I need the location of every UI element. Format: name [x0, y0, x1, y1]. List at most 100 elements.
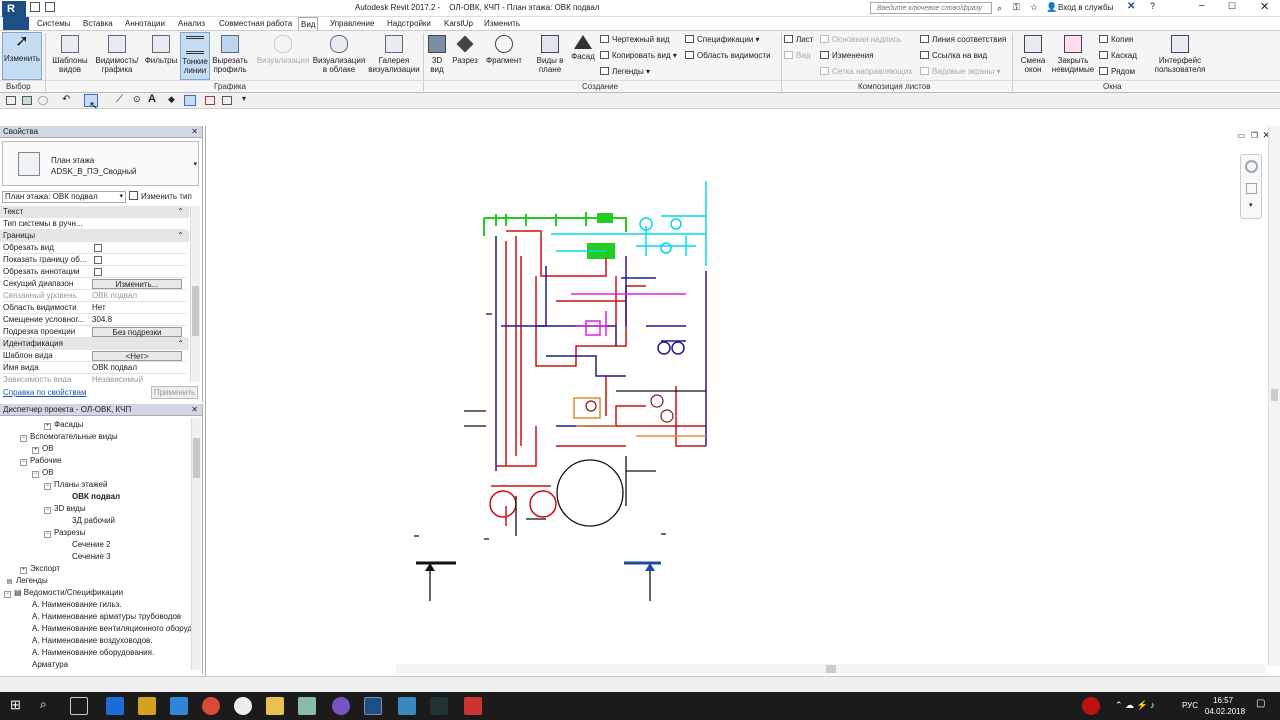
- tab-systems[interactable]: Системы: [35, 17, 73, 30]
- duplicate-view-button[interactable]: Копировать вид ▾: [600, 50, 677, 61]
- horizontal-scrollbar[interactable]: [396, 664, 1266, 674]
- browser-scrollbar[interactable]: [191, 418, 201, 670]
- visibility-graphics-button[interactable]: Видимость/ графика: [94, 35, 140, 74]
- edge-icon[interactable]: [106, 697, 124, 715]
- show-crop-checkbox[interactable]: [94, 256, 102, 264]
- cascade-button[interactable]: Каскад: [1099, 50, 1137, 61]
- app-logo[interactable]: R: [2, 1, 26, 17]
- replicate-button[interactable]: Копия: [1099, 34, 1133, 45]
- viewports-button[interactable]: Видовые экраны ▾: [920, 66, 1001, 77]
- close-hidden-button[interactable]: Закрыть невидимые: [1051, 35, 1095, 74]
- customize-icon[interactable]: ▾: [242, 94, 246, 103]
- tree-item-export[interactable]: + Экспорт: [20, 563, 60, 575]
- tree-item-schedule[interactable]: А. Наименование вентиляционного оборудов…: [32, 623, 191, 635]
- help-icon[interactable]: ?: [1150, 1, 1155, 11]
- record-icon[interactable]: [1082, 697, 1100, 715]
- sheet-button[interactable]: Лист: [784, 34, 813, 45]
- 3d-view-button[interactable]: 3D вид: [426, 35, 448, 74]
- tree-item-schedule[interactable]: Арматура: [32, 659, 68, 670]
- tree-item-facades[interactable]: + Фасады: [44, 419, 83, 431]
- open-icon[interactable]: [30, 2, 40, 12]
- viber-icon[interactable]: [332, 697, 350, 715]
- cut-profile-button[interactable]: Вырезать профиль: [212, 35, 248, 74]
- switch-windows-button[interactable]: Смена окон: [1016, 35, 1050, 74]
- collapse-icon[interactable]: ⌃: [177, 230, 184, 242]
- expand-icon[interactable]: +: [32, 447, 39, 454]
- group-text[interactable]: Текст ⌃: [0, 206, 189, 218]
- type-selector[interactable]: План этажа ADSK_В_ПЭ_Сводный ▾: [2, 141, 199, 186]
- star-icon[interactable]: ☆: [1030, 2, 1038, 13]
- apply-button[interactable]: Применить: [151, 386, 198, 399]
- tab-karstup[interactable]: KarstUp: [442, 17, 475, 30]
- binoculars-icon[interactable]: ⌕: [997, 3, 1002, 14]
- chrome-icon[interactable]: [202, 697, 220, 715]
- save-icon[interactable]: [22, 96, 32, 105]
- section-button[interactable]: Разрез: [451, 35, 479, 65]
- tab-addins[interactable]: Надстройки: [385, 17, 433, 30]
- tab-insert[interactable]: Вставка: [81, 17, 115, 30]
- place-view-button[interactable]: Вид: [784, 50, 810, 61]
- view-reference-button[interactable]: Ссылка на вид: [920, 50, 987, 61]
- matchline-button[interactable]: Линия соответствия: [920, 34, 1006, 45]
- tree-item-section-2[interactable]: Сечение 2: [72, 539, 111, 551]
- group-bounds[interactable]: Границы ⌃: [0, 230, 189, 242]
- tree-item-ov-working[interactable]: − ОВ: [32, 467, 54, 479]
- explorer-icon[interactable]: [266, 697, 284, 715]
- tree-item-3d-views[interactable]: −3D виды: [44, 503, 86, 515]
- render-button[interactable]: Визуализация: [256, 35, 310, 65]
- app-icon[interactable]: [138, 697, 156, 715]
- windows-start-icon[interactable]: ⊞: [10, 697, 28, 715]
- view-templates-button[interactable]: Шаблоны видов: [50, 35, 90, 74]
- legends-button[interactable]: Легенды ▾: [600, 66, 650, 77]
- tag-icon[interactable]: ⊙: [133, 94, 141, 105]
- crop-view-checkbox[interactable]: [94, 244, 102, 252]
- tab-analyze[interactable]: Анализ: [176, 17, 207, 30]
- app-icon[interactable]: [298, 697, 316, 715]
- close-hidden-small-icon[interactable]: [205, 96, 215, 105]
- tree-item-aux-views[interactable]: − Вспомогательные виды: [20, 431, 118, 443]
- prop-depth-offset[interactable]: Смещение условног... 304.8: [3, 314, 186, 326]
- collapse-icon[interactable]: −: [20, 435, 27, 442]
- scope-box-button[interactable]: Область видимости: [685, 50, 771, 61]
- 3d-icon[interactable]: ◆: [168, 94, 175, 105]
- close-icon[interactable]: ✕: [1260, 0, 1269, 13]
- open-icon[interactable]: [6, 96, 16, 105]
- plan-views-button[interactable]: Виды в плане: [534, 35, 566, 74]
- text-icon[interactable]: A: [148, 93, 156, 105]
- maximize-icon[interactable]: ☐: [1228, 1, 1236, 12]
- guide-grid-button[interactable]: Сетка направляющих: [820, 66, 912, 77]
- app-icon[interactable]: [430, 697, 448, 715]
- edit-type-button[interactable]: Изменить тип: [129, 190, 199, 204]
- task-view-icon[interactable]: [70, 697, 88, 715]
- close-icon[interactable]: ✕: [191, 126, 198, 138]
- collapse-icon[interactable]: ⌃: [177, 338, 184, 350]
- depth-clipping-button[interactable]: Без подрезки: [92, 327, 182, 337]
- collapse-icon[interactable]: −: [20, 459, 27, 466]
- clock-date[interactable]: 04.02.2018: [1205, 707, 1245, 716]
- user-interface-button[interactable]: Интерфейс пользователя: [1150, 35, 1210, 74]
- app-menu-button[interactable]: [3, 17, 29, 30]
- tab-collaborate[interactable]: Совместная работа: [217, 17, 294, 30]
- view-template-button[interactable]: <Нет>: [92, 351, 182, 361]
- collapse-icon[interactable]: −: [44, 483, 51, 490]
- revisions-button[interactable]: Изменения: [820, 50, 873, 61]
- collapse-icon[interactable]: −: [44, 531, 51, 538]
- view-range-edit-button[interactable]: Изменить...: [92, 279, 182, 289]
- drawing-area[interactable]: ▭ ❐ ✕ ▾: [205, 126, 1280, 676]
- crop-annotations-checkbox[interactable]: [94, 268, 102, 276]
- collapse-icon[interactable]: −: [4, 591, 11, 598]
- exchange-icon[interactable]: ✕: [1127, 1, 1135, 12]
- modify-button[interactable]: ➚ Изменить: [2, 32, 42, 80]
- yandex-icon[interactable]: [234, 697, 252, 715]
- title-block-button[interactable]: Основная надпись: [820, 34, 901, 45]
- revit-icon[interactable]: [364, 697, 382, 715]
- thin-lines-small-icon[interactable]: [184, 95, 196, 106]
- tree-item-floor-plans[interactable]: − Планы этажей: [44, 479, 107, 491]
- tab-manage[interactable]: Управление: [328, 17, 376, 30]
- undo-icon[interactable]: ↶: [62, 94, 70, 105]
- app-icon[interactable]: [398, 697, 416, 715]
- tree-item-schedule[interactable]: А. Наименование воздуховодов.: [32, 635, 153, 647]
- tree-item-schedules[interactable]: − ▤ Ведомости/Спецификации: [4, 587, 123, 599]
- render-cloud-button[interactable]: Визуализация в облаке: [312, 35, 366, 74]
- properties-help-link[interactable]: Справка по свойствам: [3, 388, 86, 397]
